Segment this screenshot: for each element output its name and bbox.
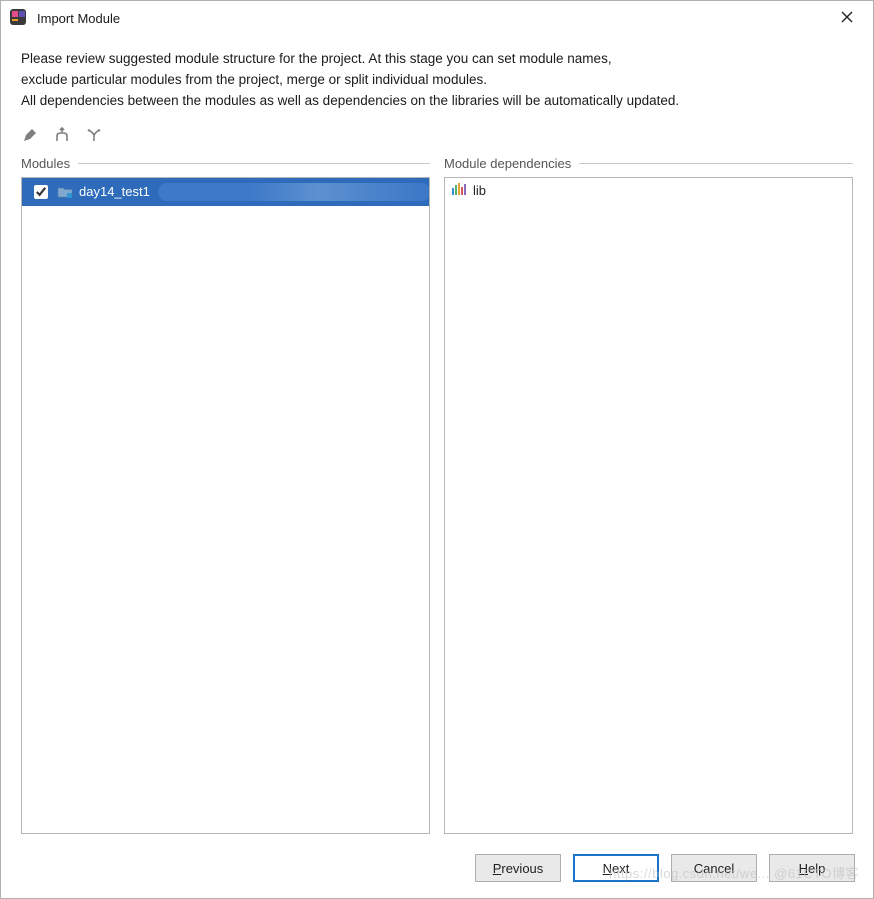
module-checkbox[interactable] <box>34 185 48 199</box>
app-icon <box>9 8 27 29</box>
folder-icon <box>57 185 73 199</box>
edit-icon[interactable] <box>21 126 39 144</box>
dependency-row[interactable]: lib <box>445 178 852 203</box>
panel-title-text: Module dependencies <box>444 156 571 171</box>
next-button[interactable]: NextNext <box>573 854 659 882</box>
dialog-buttons: PPreviousrevious NextNext Cancel HelpHel… <box>1 842 873 898</box>
library-icon <box>451 182 467 199</box>
dependencies-list[interactable]: lib <box>444 177 853 834</box>
titlebar: Import Module <box>1 1 873 35</box>
redacted-text <box>158 183 423 201</box>
split-icon[interactable] <box>85 126 103 144</box>
modules-list[interactable]: day14_test1 <box>21 177 430 834</box>
divider <box>579 163 853 164</box>
module-name: day14_test1 <box>79 184 150 199</box>
close-icon[interactable] <box>831 10 863 26</box>
window-title: Import Module <box>37 11 120 26</box>
module-row[interactable]: day14_test1 <box>22 178 429 206</box>
previous-button[interactable]: PPreviousrevious <box>475 854 561 882</box>
toolbar <box>1 114 873 152</box>
description-line: Please review suggested module structure… <box>21 49 853 70</box>
merge-icon[interactable] <box>53 126 71 144</box>
description-line: All dependencies between the modules as … <box>21 91 853 112</box>
panel-title-text: Modules <box>21 156 70 171</box>
description-text: Please review suggested module structure… <box>1 35 873 114</box>
cancel-button[interactable]: Cancel <box>671 854 757 882</box>
dependencies-panel: Module dependencies lib <box>444 156 853 834</box>
divider <box>78 163 430 164</box>
modules-panel-title: Modules <box>21 156 430 171</box>
help-button[interactable]: HelpHelp <box>769 854 855 882</box>
description-line: exclude particular modules from the proj… <box>21 70 853 91</box>
dependencies-panel-title: Module dependencies <box>444 156 853 171</box>
panels-container: Modules day14_test1 Module dependencies <box>1 152 873 842</box>
modules-panel: Modules day14_test1 <box>21 156 430 834</box>
dependency-name: lib <box>473 183 486 198</box>
